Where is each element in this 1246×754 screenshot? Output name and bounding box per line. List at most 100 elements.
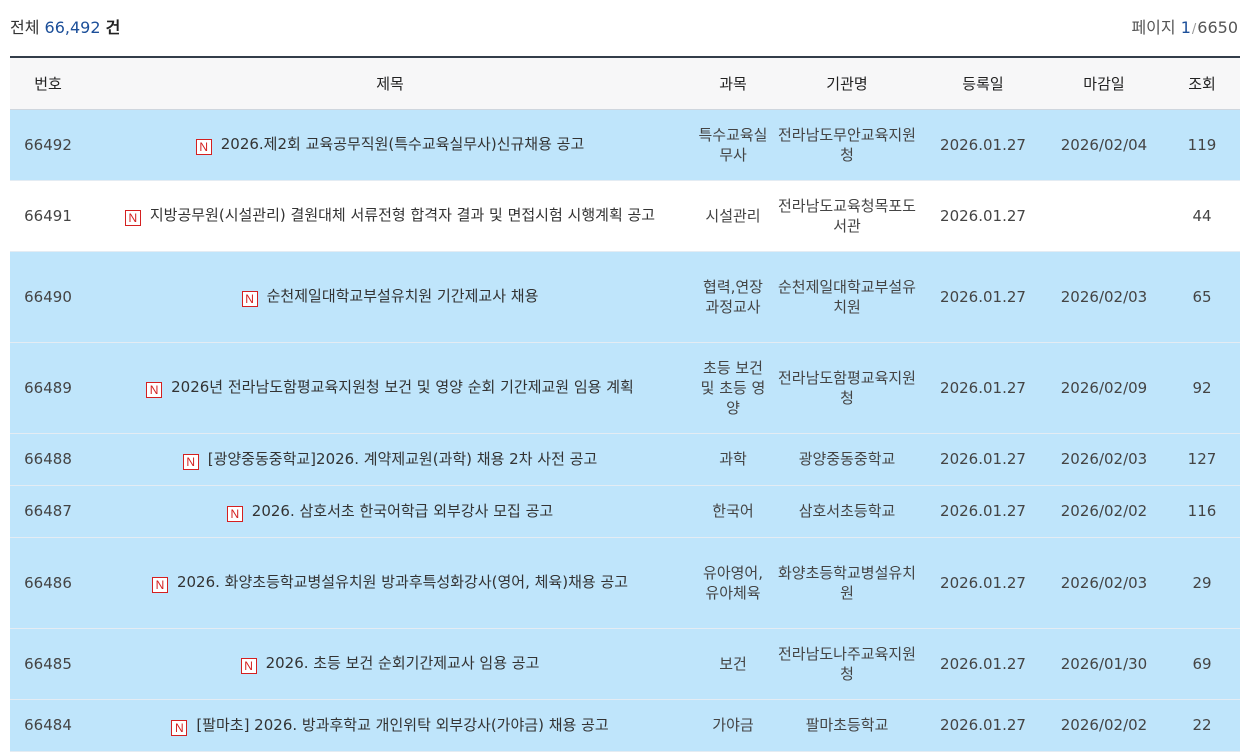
- new-badge: N: [240, 658, 257, 674]
- row-views: 65: [1164, 251, 1240, 343]
- row-deadline: 2026/02/02: [1044, 699, 1164, 752]
- row-org: 팔마초등학교: [772, 699, 922, 752]
- row-reg-date: 2026.01.27: [922, 485, 1044, 538]
- new-badge: N: [151, 577, 168, 593]
- row-views: 116: [1164, 485, 1240, 538]
- row-deadline: 2026/02/02: [1044, 485, 1164, 538]
- row-title-link[interactable]: 2026. 삼호서초 한국어학급 외부강사 모집 공고: [252, 502, 553, 520]
- row-title-cell: N [팔마초] 2026. 방과후학교 개인위탁 외부강사(가야금) 채용 공고: [86, 699, 694, 752]
- row-subject: 협력,연장과정교사: [694, 251, 772, 343]
- total-count-value: 66,492: [44, 18, 101, 37]
- job-posting-table: 번호 제목 과목 기관명 등록일 마감일 조회 66492 N 2026.제2회 …: [10, 56, 1240, 752]
- row-no: 66492: [10, 109, 86, 181]
- row-reg-date: 2026.01.27: [922, 342, 1044, 434]
- header-views: 조회: [1164, 57, 1240, 110]
- row-subject: 한국어: [694, 485, 772, 538]
- row-title-link[interactable]: 2026.제2회 교육공무직원(특수교육실무사)신규채용 공고: [221, 135, 585, 153]
- table-row[interactable]: 66490 N 순천제일대학교부설유치원 기간제교사 채용 협력,연장과정교사 순…: [10, 251, 1240, 343]
- total-label: 전체: [10, 18, 40, 37]
- row-title-link[interactable]: 지방공무원(시설관리) 결원대체 서류전형 합격자 결과 및 면접시험 시행계획…: [150, 206, 655, 224]
- row-views: 69: [1164, 628, 1240, 700]
- row-subject: 초등 보건 및 초등 영양: [694, 342, 772, 434]
- header-deadline: 마감일: [1044, 57, 1164, 110]
- list-summary-bar: 전체 66,492 건 페이지 1/6650: [10, 14, 1240, 42]
- new-badge: N: [146, 382, 163, 398]
- new-badge: N: [226, 505, 243, 522]
- row-views: 127: [1164, 433, 1240, 486]
- total-pages: 6650: [1197, 18, 1238, 37]
- table-row[interactable]: 66484 N [팔마초] 2026. 방과후학교 개인위탁 외부강사(가야금) …: [10, 699, 1240, 752]
- new-badge: N: [241, 291, 258, 307]
- total-count-unit: 건: [105, 18, 121, 37]
- row-org: 순천제일대학교부설유치원: [772, 251, 922, 343]
- row-reg-date: 2026.01.27: [922, 251, 1044, 343]
- table-row[interactable]: 66489 N 2026년 전라남도함평교육지원청 보건 및 영양 순회 기간제교…: [10, 342, 1240, 434]
- row-reg-date: 2026.01.27: [922, 109, 1044, 181]
- row-org: 광양중동중학교: [772, 433, 922, 486]
- table-header-row: 번호 제목 과목 기관명 등록일 마감일 조회: [10, 57, 1240, 110]
- row-title-link[interactable]: 2026년 전라남도함평교육지원청 보건 및 영양 순회 기간제교원 임용 계획: [171, 378, 634, 396]
- row-subject: 보건: [694, 628, 772, 700]
- row-title-link[interactable]: 2026. 초등 보건 순회기간제교사 임용 공고: [266, 654, 540, 672]
- header-no: 번호: [10, 57, 86, 110]
- row-reg-date: 2026.01.27: [922, 537, 1044, 629]
- row-deadline: 2026/01/30: [1044, 628, 1164, 700]
- row-no: 66485: [10, 628, 86, 700]
- table-row[interactable]: 66485 N 2026. 초등 보건 순회기간제교사 임용 공고 보건 전라남도…: [10, 628, 1240, 700]
- page-indicator: 페이지 1/6650: [1131, 14, 1238, 44]
- row-no: 66484: [10, 699, 86, 752]
- row-title-cell: N 2026.제2회 교육공무직원(특수교육실무사)신규채용 공고: [86, 109, 694, 181]
- row-title-link[interactable]: 순천제일대학교부설유치원 기간제교사 채용: [267, 287, 539, 305]
- row-title-cell: N 2026년 전라남도함평교육지원청 보건 및 영양 순회 기간제교원 임용 계…: [86, 342, 694, 434]
- row-subject: 유아영어, 유아체육: [694, 537, 772, 629]
- current-page: 1: [1180, 18, 1191, 37]
- row-title-link[interactable]: 2026. 화양초등학교병설유치원 방과후특성화강사(영어, 체육)채용 공고: [177, 573, 628, 591]
- header-title: 제목: [86, 57, 694, 110]
- table-row[interactable]: 66486 N 2026. 화양초등학교병설유치원 방과후특성화강사(영어, 체육…: [10, 537, 1240, 629]
- job-board-page: 전체 66,492 건 페이지 1/6650 번호 제목 과목 기관명 등록일: [0, 0, 1246, 754]
- row-title-cell: N 순천제일대학교부설유치원 기간제교사 채용: [86, 251, 694, 343]
- row-no: 66487: [10, 485, 86, 538]
- row-subject: 특수교육실무사: [694, 109, 772, 181]
- row-org: 전라남도나주교육지원청: [772, 628, 922, 700]
- new-badge: N: [182, 453, 199, 470]
- row-reg-date: 2026.01.27: [922, 699, 1044, 752]
- header-subject: 과목: [694, 57, 772, 110]
- row-reg-date: 2026.01.27: [922, 628, 1044, 700]
- table-row[interactable]: 66492 N 2026.제2회 교육공무직원(특수교육실무사)신규채용 공고 특…: [10, 109, 1240, 181]
- row-deadline: 2026/02/04: [1044, 109, 1164, 181]
- row-no: 66490: [10, 251, 86, 343]
- table-row[interactable]: 66488 N [광양중동중학교]2026. 계약제교원(과학) 채용 2차 사전…: [10, 433, 1240, 486]
- row-views: 22: [1164, 699, 1240, 752]
- row-deadline: 2026/02/09: [1044, 342, 1164, 434]
- row-org: 전라남도무안교육지원청: [772, 109, 922, 181]
- row-title-cell: N 2026. 초등 보건 순회기간제교사 임용 공고: [86, 628, 694, 700]
- row-deadline: 2026/02/03: [1044, 433, 1164, 486]
- row-subject: 시설관리: [694, 180, 772, 252]
- row-views: 119: [1164, 109, 1240, 181]
- row-no: 66488: [10, 433, 86, 486]
- row-views: 44: [1164, 180, 1240, 252]
- row-org: 전라남도교육청목포도서관: [772, 180, 922, 252]
- row-no: 66489: [10, 342, 86, 434]
- row-org: 전라남도함평교육지원청: [772, 342, 922, 434]
- row-reg-date: 2026.01.27: [922, 433, 1044, 486]
- row-subject: 가야금: [694, 699, 772, 752]
- row-org: 삼호서초등학교: [772, 485, 922, 538]
- table-row[interactable]: 66491 N 지방공무원(시설관리) 결원대체 서류전형 합격자 결과 및 면접…: [10, 180, 1240, 252]
- new-badge: N: [171, 719, 188, 736]
- row-title-cell: N 2026. 삼호서초 한국어학급 외부강사 모집 공고: [86, 485, 694, 538]
- new-badge: N: [124, 210, 141, 226]
- row-deadline: [1044, 180, 1164, 252]
- row-org: 화양초등학교병설유치원: [772, 537, 922, 629]
- row-title-link[interactable]: [팔마초] 2026. 방과후학교 개인위탁 외부강사(가야금) 채용 공고: [196, 716, 608, 734]
- page-label: 페이지: [1131, 18, 1176, 37]
- row-title-cell: N [광양중동중학교]2026. 계약제교원(과학) 채용 2차 사전 공고: [86, 433, 694, 486]
- row-subject: 과학: [694, 433, 772, 486]
- row-views: 29: [1164, 537, 1240, 629]
- table-row[interactable]: 66487 N 2026. 삼호서초 한국어학급 외부강사 모집 공고 한국어 삼…: [10, 485, 1240, 538]
- row-title-link[interactable]: [광양중동중학교]2026. 계약제교원(과학) 채용 2차 사전 공고: [208, 450, 598, 468]
- total-count: 전체 66,492 건: [10, 14, 120, 42]
- row-reg-date: 2026.01.27: [922, 180, 1044, 252]
- row-no: 66486: [10, 537, 86, 629]
